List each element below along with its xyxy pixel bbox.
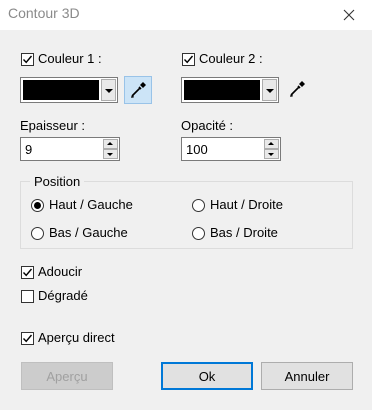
- radio-top-right[interactable]: [192, 199, 205, 212]
- thickness-spinbox[interactable]: 9: [20, 137, 120, 161]
- color1-dropdown-arrow[interactable]: [101, 79, 116, 101]
- color2-combo[interactable]: [181, 77, 279, 103]
- radio-bottom-left[interactable]: [31, 227, 44, 240]
- color1-swatch: [23, 80, 99, 100]
- radio-bottom-right-label[interactable]: Bas / Droite: [210, 225, 278, 240]
- color2-swatch: [184, 80, 260, 100]
- title-bar: Contour 3D: [0, 0, 372, 30]
- smooth-checkbox[interactable]: [21, 266, 34, 279]
- color2-picker-button[interactable]: [284, 76, 312, 104]
- opacity-spinbox[interactable]: 100: [181, 137, 281, 161]
- position-group-title: Position: [30, 174, 85, 189]
- color2-label: Couleur 2 :: [199, 51, 263, 66]
- radio-top-left[interactable]: [31, 199, 44, 212]
- color1-label: Couleur 1 :: [38, 51, 102, 66]
- eyedropper-icon: [290, 81, 305, 97]
- color1-picker-button[interactable]: [124, 76, 152, 104]
- opacity-value[interactable]: 100: [186, 142, 208, 157]
- checkmark-icon: [22, 55, 33, 64]
- color2-checkbox[interactable]: [182, 53, 195, 66]
- radio-bottom-right[interactable]: [192, 227, 205, 240]
- opacity-up-button[interactable]: [264, 139, 279, 149]
- live-preview-label[interactable]: Aperçu direct: [38, 330, 115, 345]
- color1-combo[interactable]: [20, 77, 118, 103]
- color2-dropdown-arrow[interactable]: [262, 79, 277, 101]
- preview-button[interactable]: Aperçu: [21, 362, 113, 390]
- thickness-down-button[interactable]: [103, 149, 118, 159]
- gradient-checkbox[interactable]: [21, 290, 34, 303]
- close-icon: [343, 9, 355, 21]
- thickness-label: Epaisseur :: [20, 118, 86, 133]
- radio-top-right-label[interactable]: Haut / Droite: [210, 197, 283, 212]
- opacity-down-button[interactable]: [264, 149, 279, 159]
- smooth-label[interactable]: Adoucir: [38, 264, 82, 279]
- close-button[interactable]: [326, 0, 372, 30]
- color1-checkbox[interactable]: [21, 53, 34, 66]
- live-preview-checkbox[interactable]: [21, 332, 34, 345]
- opacity-label: Opacité :: [181, 118, 234, 133]
- radio-top-left-label[interactable]: Haut / Gauche: [49, 197, 133, 212]
- thickness-value[interactable]: 9: [25, 142, 32, 157]
- window-title: Contour 3D: [8, 5, 80, 21]
- ok-button[interactable]: Ok: [161, 362, 253, 390]
- checkmark-icon: [22, 334, 33, 343]
- checkmark-icon: [183, 55, 194, 64]
- checkmark-icon: [22, 268, 33, 277]
- thickness-up-button[interactable]: [103, 139, 118, 149]
- eyedropper-icon: [131, 82, 146, 98]
- gradient-label[interactable]: Dégradé: [38, 288, 88, 303]
- radio-bottom-left-label[interactable]: Bas / Gauche: [49, 225, 128, 240]
- cancel-button[interactable]: Annuler: [261, 362, 353, 390]
